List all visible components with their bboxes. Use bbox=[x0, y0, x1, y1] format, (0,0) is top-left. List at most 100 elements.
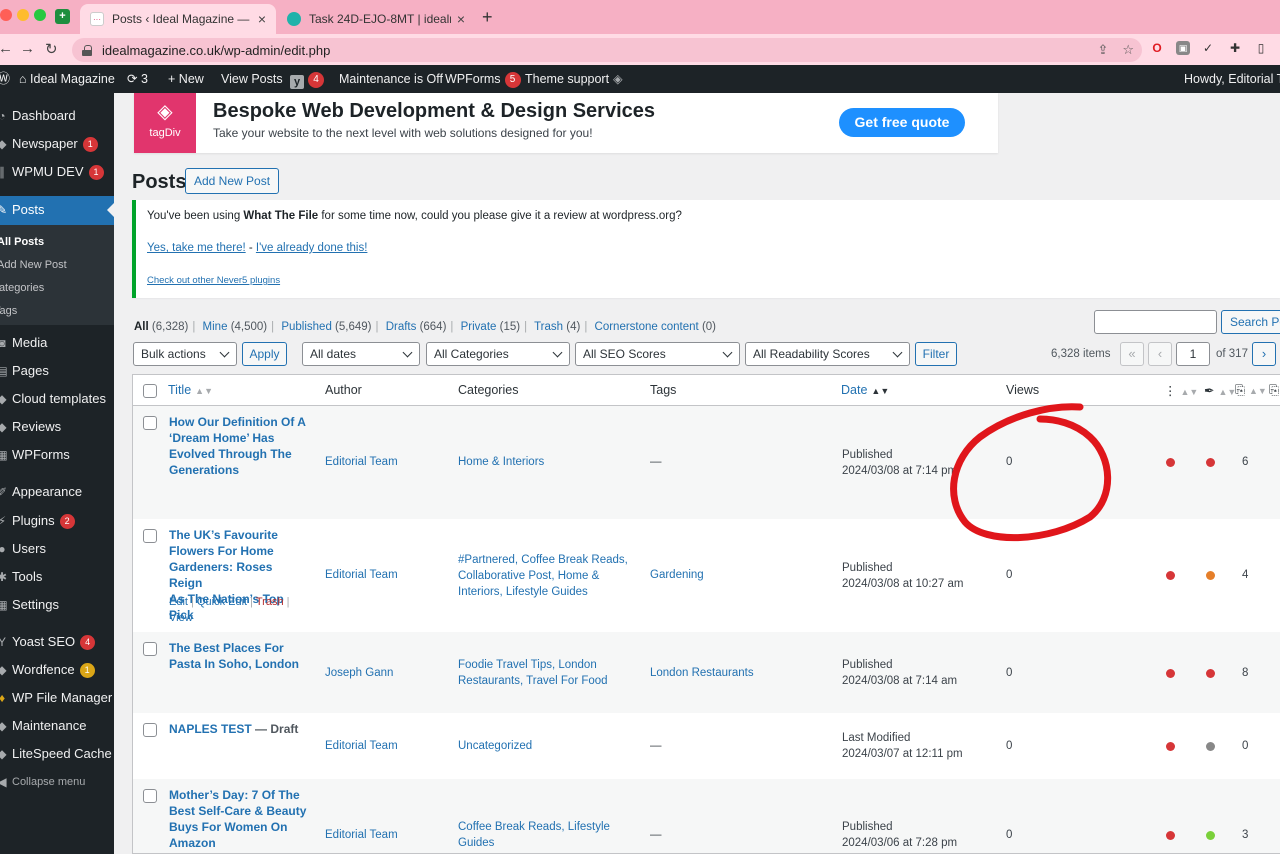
submenu-add-new-post[interactable]: Add New Post bbox=[0, 259, 67, 271]
wordpress-logo-icon[interactable]: Ⓦ bbox=[0, 65, 10, 93]
sidebar-item-reviews[interactable]: ◆ Reviews bbox=[0, 413, 114, 441]
check-extension-icon[interactable]: ✓ bbox=[1201, 41, 1215, 55]
post-categories-link[interactable]: Foodie Travel Tips, London Restaurants, … bbox=[458, 657, 608, 689]
other-plugins-link[interactable]: Check out other Never5 plugins bbox=[147, 275, 280, 286]
sidebar-item-yoast-seo[interactable]: Y Yoast SEO 4 bbox=[0, 628, 114, 656]
row-checkbox[interactable] bbox=[143, 642, 157, 656]
current-page-input[interactable]: 1 bbox=[1176, 342, 1210, 366]
puzzle-extensions-icon[interactable]: ✚ bbox=[1228, 41, 1242, 55]
submenu-categories[interactable]: Categories bbox=[0, 282, 44, 294]
sidebar-item-dashboard[interactable]: ◔ Dashboard bbox=[0, 102, 114, 130]
post-author-link[interactable]: Editorial Team bbox=[325, 454, 398, 470]
row-checkbox[interactable] bbox=[143, 789, 157, 803]
extension-icon[interactable]: ▣ bbox=[1176, 41, 1190, 55]
view-cornerstone[interactable]: Cornerstone content (0) bbox=[595, 321, 716, 333]
post-title-link[interactable]: How Our Definition Of A ‘Dream Home’ Has… bbox=[169, 414, 309, 478]
search-posts-button[interactable]: Search Posts bbox=[1221, 310, 1280, 334]
view-trash[interactable]: Trash (4) bbox=[534, 321, 580, 333]
howdy-account-menu[interactable]: Howdy, Editorial Team bbox=[1184, 65, 1280, 93]
review-yes-link[interactable]: Yes, take me there! bbox=[147, 242, 246, 254]
post-author-link[interactable]: Editorial Team bbox=[325, 567, 398, 583]
sidebar-item-cloud-templates[interactable]: ◆ Cloud templates bbox=[0, 385, 114, 413]
sidebar-item-posts[interactable]: ✎ Posts bbox=[0, 196, 114, 225]
bookmark-star-icon[interactable]: ☆ bbox=[1122, 42, 1134, 58]
sidebar-toggle-icon[interactable]: ▯ bbox=[1254, 41, 1268, 55]
sidebar-item-wordfence[interactable]: ◆ Wordfence 1 bbox=[0, 656, 114, 684]
row-checkbox[interactable] bbox=[143, 529, 157, 543]
opera-extension-icon[interactable]: O bbox=[1150, 41, 1164, 55]
diamond-icon[interactable]: ◈ bbox=[613, 65, 623, 93]
maximize-window-button[interactable] bbox=[34, 9, 46, 21]
readability-filter-select[interactable]: All Readability Scores bbox=[745, 342, 910, 366]
next-page-button[interactable]: › bbox=[1252, 342, 1276, 366]
dates-filter-select[interactable]: All dates bbox=[302, 342, 420, 366]
row-checkbox[interactable] bbox=[143, 416, 157, 430]
close-tab-icon[interactable]: × bbox=[457, 11, 465, 27]
column-outgoing-links[interactable]: ⎘ ▲▼ bbox=[1235, 383, 1267, 398]
filter-button[interactable]: Filter bbox=[915, 342, 957, 366]
post-author-link[interactable]: Joseph Gann bbox=[325, 665, 393, 681]
column-title[interactable]: Title ▲▼ bbox=[168, 383, 213, 397]
add-new-post-button[interactable]: Add New Post bbox=[185, 168, 280, 194]
tab-posts[interactable]: ··· Posts ‹ Ideal Magazine — Word × bbox=[80, 4, 276, 34]
collapse-menu-button[interactable]: ◀ Collapse menu bbox=[0, 768, 114, 796]
forward-arrow-icon[interactable]: → bbox=[20, 40, 35, 57]
seo-score-filter-select[interactable]: All SEO Scores bbox=[575, 342, 740, 366]
sidebar-item-settings[interactable]: ▦ Settings bbox=[0, 591, 114, 619]
minimize-window-button[interactable] bbox=[17, 9, 29, 21]
submenu-all-posts[interactable]: All Posts bbox=[0, 236, 44, 248]
sidebar-item-newspaper[interactable]: ◆ Newspaper 1 bbox=[0, 130, 114, 158]
post-tags-link[interactable]: London Restaurants bbox=[650, 665, 754, 681]
post-title-link[interactable]: The Best Places For Pasta In Soho, Londo… bbox=[169, 640, 319, 672]
quick-edit-link[interactable]: Quick Edit bbox=[197, 596, 247, 608]
bulk-actions-select[interactable]: Bulk actions bbox=[133, 342, 237, 366]
reload-icon[interactable]: ↻ bbox=[45, 40, 58, 58]
new-tab-icon[interactable]: + bbox=[482, 7, 493, 28]
view-all[interactable]: All (6,328) bbox=[134, 321, 188, 333]
sidebar-item-wpforms[interactable]: ▦ WPForms bbox=[0, 441, 114, 469]
edit-link[interactable]: Edit bbox=[169, 596, 188, 608]
wpforms-menu[interactable]: WPForms 5 bbox=[445, 65, 521, 93]
new-content-menu[interactable]: + New bbox=[168, 65, 204, 93]
close-window-button[interactable] bbox=[0, 9, 12, 21]
column-readability[interactable]: ✒ ▲▼ bbox=[1204, 383, 1236, 398]
submenu-tags[interactable]: Tags bbox=[0, 305, 17, 317]
share-icon[interactable]: ⇪ bbox=[1097, 42, 1108, 58]
view-private[interactable]: Private (15) bbox=[461, 321, 520, 333]
get-free-quote-button[interactable]: Get free quote bbox=[839, 108, 965, 137]
view-posts-link[interactable]: View Posts bbox=[221, 65, 283, 93]
sidebar-item-tools[interactable]: ✱ Tools bbox=[0, 563, 114, 591]
yoast-menu[interactable]: y4 bbox=[290, 65, 324, 93]
maintenance-status-link[interactable]: Maintenance is Off bbox=[339, 65, 443, 93]
column-date[interactable]: Date ▲▼ bbox=[841, 383, 889, 397]
post-author-link[interactable]: Editorial Team bbox=[325, 827, 398, 843]
column-incoming-links[interactable]: ⎘ bbox=[1269, 383, 1279, 398]
back-arrow-icon[interactable]: ← bbox=[0, 40, 13, 57]
post-categories-link[interactable]: Coffee Break Reads, Lifestyle Guides bbox=[458, 819, 610, 851]
select-all-checkbox[interactable] bbox=[143, 384, 157, 398]
view-mine[interactable]: Mine (4,500) bbox=[203, 321, 268, 333]
close-tab-icon[interactable]: × bbox=[258, 11, 266, 27]
tab-task[interactable]: Task 24D-EJO-8MT | idealmag × bbox=[277, 4, 475, 34]
post-title-link[interactable]: NAPLES TEST — Draft bbox=[169, 721, 329, 737]
updates-menu[interactable]: ⟳ 3 bbox=[127, 65, 148, 93]
sheets-tab-icon[interactable]: + bbox=[55, 9, 70, 24]
sidebar-item-maintenance[interactable]: ◆ Maintenance bbox=[0, 712, 114, 740]
sidebar-item-wp-file-manager[interactable]: ♦ WP File Manager bbox=[0, 684, 114, 712]
sidebar-item-users[interactable]: ● Users bbox=[0, 535, 114, 563]
view-link[interactable]: View bbox=[169, 612, 193, 624]
view-drafts[interactable]: Drafts (664) bbox=[386, 321, 447, 333]
theme-support-link[interactable]: Theme support bbox=[525, 65, 609, 93]
sidebar-item-plugins[interactable]: ⚡ Plugins 2 bbox=[0, 507, 114, 535]
post-author-link[interactable]: Editorial Team bbox=[325, 738, 398, 754]
sidebar-item-litespeed-cache[interactable]: ◆ LiteSpeed Cache bbox=[0, 740, 114, 768]
sidebar-item-appearance[interactable]: ✐ Appearance bbox=[0, 478, 114, 506]
sidebar-item-media[interactable]: ◙ Media bbox=[0, 329, 114, 357]
post-categories-link[interactable]: Home & Interiors bbox=[458, 454, 544, 470]
column-seo-score[interactable]: ⋮ ▲▼ bbox=[1164, 383, 1198, 398]
address-bar[interactable]: idealmagazine.co.uk/wp-admin/edit.php ⇪ … bbox=[72, 38, 1142, 62]
post-title-link[interactable]: Mother’s Day: 7 Of The Best Self-Care & … bbox=[169, 787, 309, 851]
review-done-link[interactable]: I've already done this! bbox=[256, 242, 368, 254]
first-page-button[interactable]: « bbox=[1120, 342, 1144, 366]
prev-page-button[interactable]: ‹ bbox=[1148, 342, 1172, 366]
